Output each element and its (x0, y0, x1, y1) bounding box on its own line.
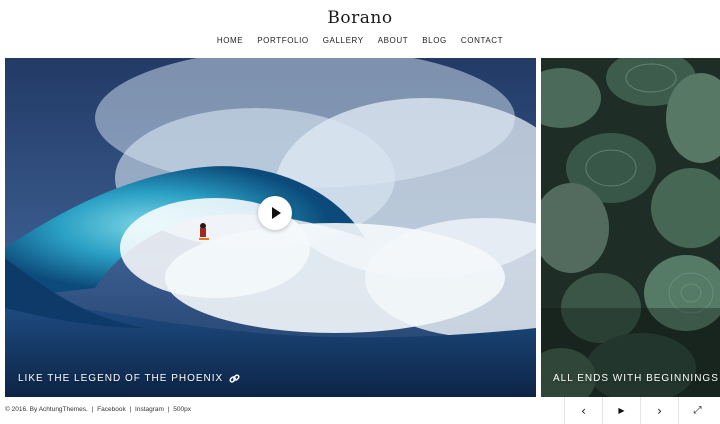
play-icon (272, 207, 281, 219)
fullscreen-button[interactable]: ⤢ (678, 397, 716, 424)
autoplay-button[interactable]: ▶ (602, 397, 640, 424)
fullscreen-icon: ⤢ (693, 405, 702, 416)
nav-item-home[interactable]: HOME (210, 36, 250, 45)
copyright-text: © 2016. By AchtungThemes. (5, 406, 88, 413)
slide-caption[interactable]: ALL ENDS WITH BEGINNINGS (553, 373, 719, 384)
slide-wave[interactable]: LIKE THE LEGEND OF THE PHOENIX (5, 58, 536, 397)
next-button[interactable]: › (640, 397, 678, 424)
chevron-right-icon: › (657, 403, 662, 418)
play-icon: ▶ (618, 406, 625, 415)
nav-item-blog[interactable]: BLOG (415, 36, 454, 45)
nav-item-about[interactable]: ABOUT (371, 36, 416, 45)
nav-item-gallery[interactable]: GALLERY (316, 36, 371, 45)
chevron-left-icon: ‹ (581, 403, 586, 418)
slide-caption[interactable]: LIKE THE LEGEND OF THE PHOENIX (18, 373, 240, 384)
footer-credits: © 2016. By AchtungThemes. | Facebook | I… (5, 406, 191, 413)
slide-succulent[interactable]: ALL ENDS WITH BEGINNINGS (541, 58, 720, 397)
prev-button[interactable]: ‹ (564, 397, 602, 424)
play-button[interactable] (258, 196, 292, 230)
slide-caption-text[interactable]: LIKE THE LEGEND OF THE PHOENIX (18, 373, 223, 384)
nav-item-portfolio[interactable]: PORTFOLIO (250, 36, 315, 45)
footer-link-facebook[interactable]: Facebook (97, 406, 126, 413)
slider-controls: ‹ ▶ › ⤢ (564, 397, 716, 424)
slide-caption-text[interactable]: ALL ENDS WITH BEGINNINGS (553, 373, 719, 384)
footer-link-500px[interactable]: 500px (173, 406, 191, 413)
nav-item-contact[interactable]: CONTACT (454, 36, 510, 45)
footer-link-instagram[interactable]: Instagram (135, 406, 164, 413)
succulent-image (541, 58, 720, 397)
site-title[interactable]: Borano (0, 8, 720, 28)
link-icon[interactable] (229, 373, 240, 384)
main-nav: HOME PORTFOLIO GALLERY ABOUT BLOG CONTAC… (0, 36, 720, 45)
